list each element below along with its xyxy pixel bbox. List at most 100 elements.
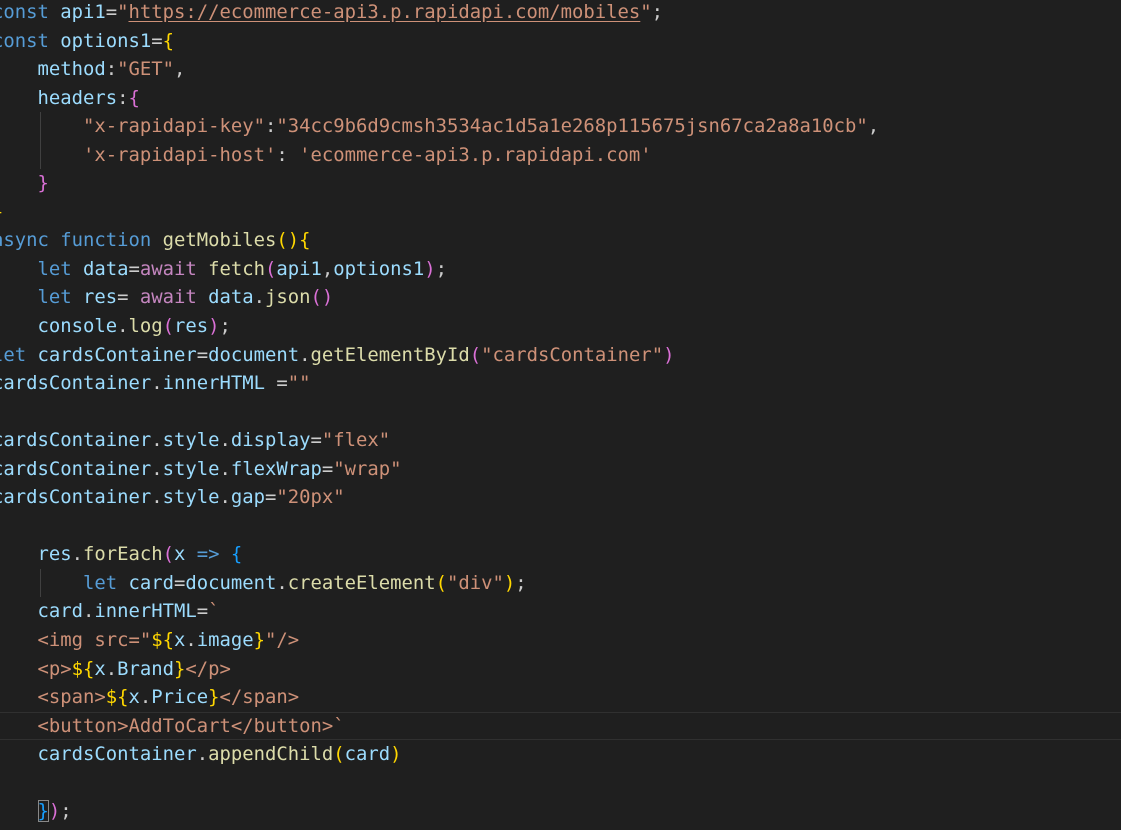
code-token: . — [151, 372, 163, 395]
code-token: async — [0, 229, 49, 252]
code-token: ; — [515, 571, 527, 594]
code-token: innerHTML — [94, 600, 197, 623]
code-line[interactable]: 'x-rapidapi-host': 'ecommerce-api3.p.rap… — [0, 140, 879, 170]
code-line[interactable]: let res= await data.json() — [0, 283, 879, 312]
code-line[interactable]: cardsContainer.style.display="flex" — [0, 426, 879, 455]
code-token: { — [299, 229, 311, 252]
code-line[interactable]: cardsContainer.style.gap="20px" — [0, 483, 879, 512]
code-line[interactable]: let card=document.createElement("div"); — [0, 568, 879, 598]
code-token: document — [208, 343, 300, 366]
code-line[interactable]: card.innerHTML=` — [0, 597, 879, 626]
code-token: ( — [162, 543, 174, 566]
code-line[interactable]: let cardsContainer=document.getElementBy… — [0, 341, 879, 370]
code-area[interactable]: const api1="https://ecommerce-api3.p.rap… — [0, 0, 1121, 826]
code-token: const — [0, 1, 49, 23]
code-token: . — [151, 486, 163, 509]
code-line[interactable] — [0, 769, 879, 798]
code-line[interactable] — [0, 398, 879, 427]
code-token: console — [37, 315, 118, 338]
code-token: . — [117, 315, 129, 338]
code-line[interactable]: method:"GET", — [0, 55, 879, 84]
code-token: } — [37, 800, 49, 823]
code-token: { — [162, 29, 174, 52]
code-token: options1 — [333, 257, 425, 280]
code-line[interactable]: async function getMobiles(){ — [0, 226, 879, 255]
code-line[interactable]: res.forEach(x => { — [0, 540, 879, 569]
code-token: ; — [435, 257, 447, 280]
code-token: "div" — [446, 571, 504, 594]
code-line[interactable]: }); — [0, 797, 879, 826]
code-token: x — [173, 629, 186, 652]
code-token: "GET" — [117, 58, 174, 81]
code-token: . — [105, 657, 118, 680]
code-line[interactable]: console.log(res); — [0, 312, 879, 341]
code-token: forEach — [83, 543, 163, 566]
code-token: ; — [651, 1, 664, 23]
code-token: display — [230, 429, 311, 452]
code-line[interactable]: const api1="https://ecommerce-api3.p.rap… — [0, 0, 879, 27]
code-line[interactable]: headers:{ — [0, 84, 879, 113]
code-token: gap — [230, 486, 265, 509]
code-token: api1 — [60, 1, 106, 23]
code-token: , — [321, 257, 334, 280]
code-token: ( — [469, 343, 482, 366]
code-token: . — [151, 429, 163, 452]
code-token: ( — [162, 315, 174, 338]
code-token: ${ — [71, 657, 95, 680]
code-line[interactable]: } — [0, 198, 879, 227]
code-token: card — [37, 600, 84, 623]
code-token: cardsContainer — [37, 343, 197, 366]
code-line[interactable]: <button>AddToCart</button>` — [0, 711, 1121, 741]
code-line[interactable] — [0, 512, 879, 541]
code-token: . — [71, 543, 83, 566]
code-token: , — [867, 115, 880, 138]
code-token: . — [253, 286, 265, 309]
code-line[interactable]: cardsContainer.style.flexWrap="wrap" — [0, 455, 879, 484]
code-token: options1 — [60, 29, 152, 52]
code-line[interactable]: <img src="${x.image}"/> — [0, 626, 879, 655]
code-token: . — [299, 343, 311, 366]
code-token: cardsContainer — [37, 743, 197, 766]
code-token: method — [37, 58, 106, 81]
code-token: ; — [60, 800, 72, 823]
code-editor[interactable]: const api1="https://ecommerce-api3.p.rap… — [0, 0, 1121, 830]
code-token: " — [117, 1, 129, 23]
code-line[interactable]: let data=await fetch(api1,options1); — [0, 255, 879, 284]
code-token: Price — [151, 686, 209, 709]
code-token: ${ — [105, 686, 129, 709]
code-token: ; — [219, 315, 231, 338]
code-line[interactable]: <p>${x.Brand}</p> — [0, 655, 879, 684]
code-token: } — [37, 172, 49, 195]
code-token: ( — [333, 743, 345, 766]
code-token: , — [174, 58, 186, 81]
code-token: . — [83, 600, 95, 623]
code-token: x — [128, 686, 140, 709]
code-token: = — [321, 457, 334, 480]
code-token: "20px" — [276, 486, 345, 509]
code-token: let — [83, 571, 118, 594]
code-token: ( — [265, 257, 277, 280]
code-line[interactable]: "x-rapidapi-key":"34cc9b6d9cmsh3534ac1d5… — [0, 112, 879, 141]
code-token: getMobiles — [162, 229, 277, 252]
code-token: card — [128, 571, 175, 594]
code-line[interactable]: cardsContainer.appendChild(card) — [0, 740, 879, 769]
code-line[interactable]: cardsContainer.innerHTML ="" — [0, 369, 879, 398]
code-line[interactable]: <span>${x.Price}</span> — [0, 683, 879, 712]
code-token: . — [196, 743, 209, 766]
code-token: ( — [276, 229, 288, 252]
code-line[interactable]: } — [0, 169, 879, 198]
code-token: "" — [287, 372, 311, 395]
code-line[interactable]: const options1={ — [0, 27, 879, 56]
